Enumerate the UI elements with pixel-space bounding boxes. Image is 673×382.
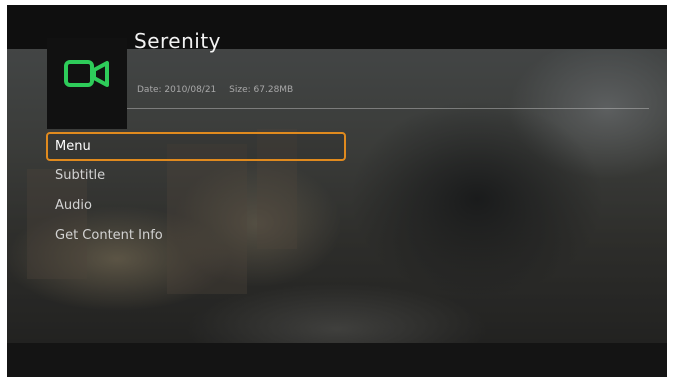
media-size: Size: 67.28MB xyxy=(229,85,294,95)
media-title: Serenity xyxy=(134,29,221,53)
menu-item-label: Get Content Info xyxy=(55,228,163,243)
video-camera-icon xyxy=(64,60,109,87)
menu-item-menu[interactable]: Menu xyxy=(46,132,346,161)
menu-item-label: Menu xyxy=(55,139,91,154)
media-meta: Date: 2010/08/21 Size: 67.28MB xyxy=(137,85,293,95)
media-thumbnail xyxy=(47,38,127,129)
media-date: Date: 2010/08/21 xyxy=(137,85,217,95)
footer-band xyxy=(7,343,667,377)
menu-item-subtitle[interactable]: Subtitle xyxy=(46,161,346,191)
menu-item-label: Audio xyxy=(55,198,92,213)
menu-item-label: Subtitle xyxy=(55,168,106,183)
header-divider xyxy=(125,108,649,109)
media-player-screen: Serenity Date: 2010/08/21 Size: 67.28MB … xyxy=(7,5,667,377)
menu-item-audio[interactable]: Audio xyxy=(46,191,346,221)
menu-item-get-content-info[interactable]: Get Content Info xyxy=(46,221,346,251)
options-menu: Menu Subtitle Audio Get Content Info xyxy=(46,132,346,251)
